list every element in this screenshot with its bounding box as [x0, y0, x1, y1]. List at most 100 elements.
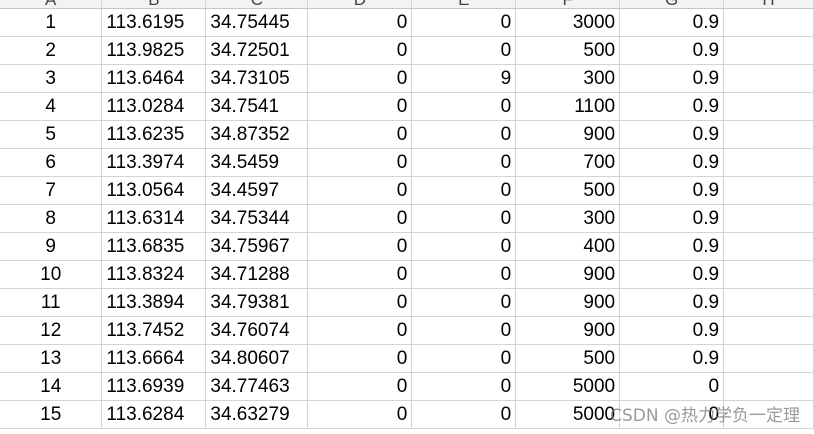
cell-e[interactable]: 0	[411, 344, 517, 373]
cell-f[interactable]: 900	[515, 288, 621, 317]
cell-b[interactable]: 113.9825	[101, 36, 207, 65]
cell-g[interactable]: 0.9	[619, 120, 725, 149]
cell-c[interactable]: 34.75445	[205, 8, 309, 37]
cell-d[interactable]: 0	[307, 260, 413, 289]
cell-d[interactable]: 0	[307, 8, 413, 37]
cell-f[interactable]: 900	[515, 120, 621, 149]
cell-f[interactable]: 500	[515, 36, 621, 65]
cell-a[interactable]: 6	[0, 148, 103, 177]
column-header-a[interactable]: A	[0, 0, 103, 9]
cell-e[interactable]: 0	[411, 120, 517, 149]
cell-b[interactable]: 113.6464	[101, 64, 207, 93]
cell-f[interactable]: 700	[515, 148, 621, 177]
cell-a[interactable]: 5	[0, 120, 103, 149]
cell-d[interactable]: 0	[307, 36, 413, 65]
cell-h[interactable]	[723, 148, 814, 177]
cell-b[interactable]: 113.6195	[101, 8, 207, 37]
cell-f[interactable]: 300	[515, 64, 621, 93]
cell-h[interactable]	[723, 400, 814, 429]
cell-h[interactable]	[723, 288, 814, 317]
cell-a[interactable]: 13	[0, 344, 103, 373]
cell-c[interactable]: 34.7541	[205, 92, 309, 121]
cell-b[interactable]: 113.8324	[101, 260, 207, 289]
cell-b[interactable]: 113.7452	[101, 316, 207, 345]
cell-a[interactable]: 1	[0, 8, 103, 37]
cell-c[interactable]: 34.5459	[205, 148, 309, 177]
cell-a[interactable]: 2	[0, 36, 103, 65]
cell-e[interactable]: 0	[411, 92, 517, 121]
cell-g[interactable]: 0.9	[619, 148, 725, 177]
cell-b[interactable]: 113.3894	[101, 288, 207, 317]
cell-f[interactable]: 300	[515, 204, 621, 233]
cell-f[interactable]: 3000	[515, 8, 621, 37]
cell-h[interactable]	[723, 260, 814, 289]
cell-c[interactable]: 34.77463	[205, 372, 309, 401]
cell-c[interactable]: 34.87352	[205, 120, 309, 149]
cell-d[interactable]: 0	[307, 64, 413, 93]
cell-f[interactable]: 5000	[515, 400, 621, 429]
cell-f[interactable]: 900	[515, 260, 621, 289]
cell-e[interactable]: 0	[411, 8, 517, 37]
cell-a[interactable]: 4	[0, 92, 103, 121]
cell-c[interactable]: 34.71288	[205, 260, 309, 289]
column-header-e[interactable]: E	[411, 0, 517, 9]
column-header-d[interactable]: D	[307, 0, 413, 9]
cell-f[interactable]: 500	[515, 176, 621, 205]
cell-e[interactable]: 0	[411, 372, 517, 401]
cell-e[interactable]: 9	[411, 64, 517, 93]
cell-a[interactable]: 14	[0, 372, 103, 401]
cell-a[interactable]: 8	[0, 204, 103, 233]
cell-d[interactable]: 0	[307, 400, 413, 429]
cell-d[interactable]: 0	[307, 92, 413, 121]
column-header-h[interactable]: H	[723, 0, 814, 9]
cell-g[interactable]: 0.9	[619, 260, 725, 289]
cell-f[interactable]: 900	[515, 316, 621, 345]
cell-e[interactable]: 0	[411, 36, 517, 65]
cell-b[interactable]: 113.0284	[101, 92, 207, 121]
cell-h[interactable]	[723, 176, 814, 205]
cell-c[interactable]: 34.4597	[205, 176, 309, 205]
cell-a[interactable]: 9	[0, 232, 103, 261]
cell-d[interactable]: 0	[307, 344, 413, 373]
cell-c[interactable]: 34.73105	[205, 64, 309, 93]
cell-f[interactable]: 1100	[515, 92, 621, 121]
cell-a[interactable]: 10	[0, 260, 103, 289]
cell-h[interactable]	[723, 120, 814, 149]
cell-e[interactable]: 0	[411, 288, 517, 317]
column-header-f[interactable]: F	[515, 0, 621, 9]
cell-h[interactable]	[723, 64, 814, 93]
cell-b[interactable]: 113.0564	[101, 176, 207, 205]
cell-g[interactable]: 0.9	[619, 36, 725, 65]
cell-g[interactable]: 0.9	[619, 8, 725, 37]
cell-c[interactable]: 34.76074	[205, 316, 309, 345]
cell-g[interactable]: 0.9	[619, 344, 725, 373]
cell-c[interactable]: 34.79381	[205, 288, 309, 317]
cell-g[interactable]: 0.9	[619, 288, 725, 317]
cell-c[interactable]: 34.80607	[205, 344, 309, 373]
cell-g[interactable]: 0.9	[619, 204, 725, 233]
cell-d[interactable]: 0	[307, 232, 413, 261]
cell-e[interactable]: 0	[411, 204, 517, 233]
cell-d[interactable]: 0	[307, 316, 413, 345]
cell-h[interactable]	[723, 204, 814, 233]
cell-d[interactable]: 0	[307, 288, 413, 317]
cell-a[interactable]: 15	[0, 400, 103, 429]
cell-g[interactable]: 0	[619, 372, 725, 401]
cell-b[interactable]: 113.6284	[101, 400, 207, 429]
cell-b[interactable]: 113.6664	[101, 344, 207, 373]
cell-h[interactable]	[723, 92, 814, 121]
cell-e[interactable]: 0	[411, 316, 517, 345]
cell-e[interactable]: 0	[411, 176, 517, 205]
cell-e[interactable]: 0	[411, 260, 517, 289]
cell-h[interactable]	[723, 232, 814, 261]
cell-h[interactable]	[723, 8, 814, 37]
cell-d[interactable]: 0	[307, 176, 413, 205]
cell-b[interactable]: 113.6939	[101, 372, 207, 401]
cell-a[interactable]: 11	[0, 288, 103, 317]
cell-c[interactable]: 34.75967	[205, 232, 309, 261]
cell-h[interactable]	[723, 372, 814, 401]
column-header-g[interactable]: G	[619, 0, 725, 9]
cell-d[interactable]: 0	[307, 120, 413, 149]
cell-g[interactable]: 0.9	[619, 232, 725, 261]
cell-c[interactable]: 34.75344	[205, 204, 309, 233]
